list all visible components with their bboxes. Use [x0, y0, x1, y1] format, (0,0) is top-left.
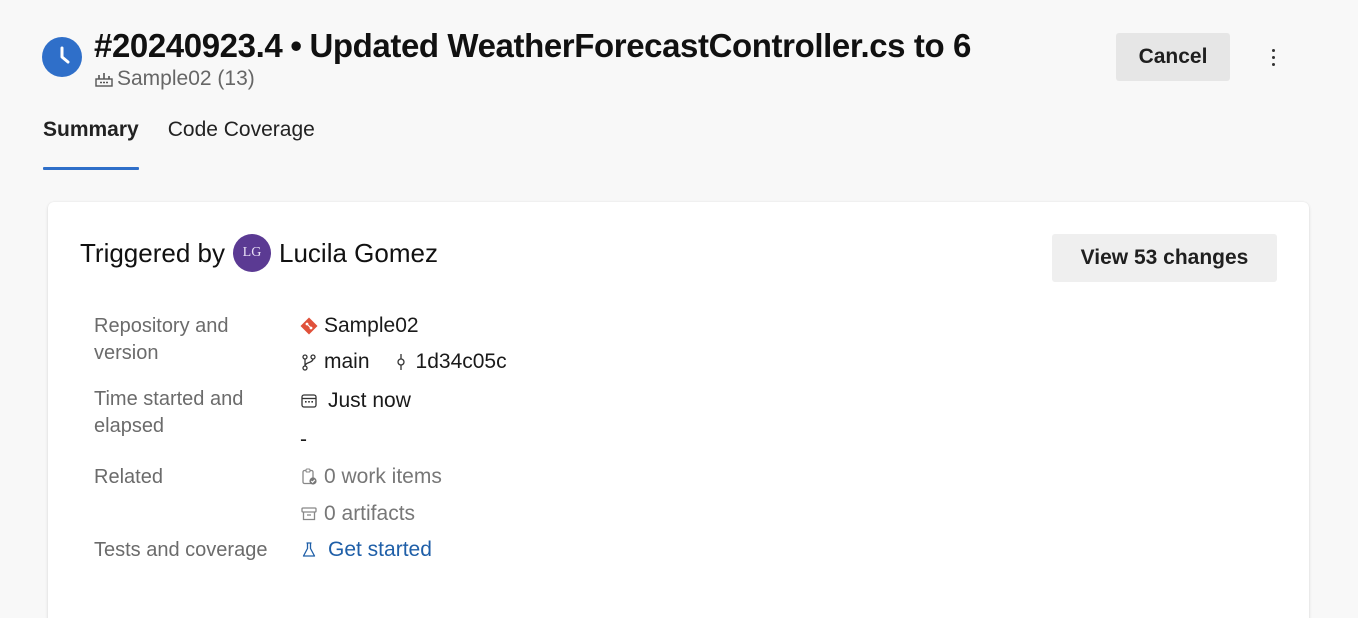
pipeline-link[interactable]: Sample02 (13) [95, 67, 255, 91]
tests-label: Tests and coverage [94, 539, 268, 561]
page-title: #20240923.4 • Updated WeatherForecastContr… [94, 27, 971, 65]
git-icon [300, 317, 318, 335]
avatar[interactable]: LG [233, 234, 271, 272]
commit-icon [392, 353, 410, 371]
more-vertical-icon[interactable] [1258, 40, 1288, 74]
beaker-icon [300, 541, 318, 559]
branch-icon [300, 353, 318, 371]
tab-bar: Summary Code Coverage [43, 118, 315, 170]
tests-row: Get started [300, 538, 432, 562]
pipeline-name: Sample02 (13) [117, 67, 255, 90]
clock-icon [42, 37, 82, 77]
commit-id[interactable]: 1d34c05c [416, 350, 507, 374]
view-changes-button[interactable]: View 53 changes [1052, 234, 1277, 282]
artifacts-count: 0 artifacts [324, 502, 416, 525]
archive-icon [300, 505, 318, 523]
work-items-count: 0 work items [324, 465, 442, 488]
calendar-icon [300, 392, 318, 410]
time-label: Time started and elapsed [94, 388, 244, 437]
cancel-button[interactable]: Cancel [1116, 33, 1230, 81]
time-started: Just now [328, 389, 411, 412]
branch-name[interactable]: main [324, 350, 370, 374]
triggered-by-label: Triggered by [80, 237, 225, 268]
time-elapsed: - [300, 428, 307, 451]
pipeline-run-page: #20240923.4 • Updated WeatherForecastContr… [0, 0, 1358, 618]
repository-label: Repository and version [94, 315, 229, 364]
summary-card: Triggered by LG Lucila Gomez View 53 cha… [48, 202, 1309, 618]
title-separator: • [290, 27, 302, 64]
repository-value[interactable]: Sample02 [300, 314, 419, 338]
artifacts-row[interactable]: 0 artifacts [300, 502, 415, 526]
run-number: #20240923.4 [94, 27, 283, 64]
commit-message: Updated WeatherForecastController.cs to … [309, 27, 971, 64]
repo-name: Sample02 [324, 314, 419, 337]
user-name[interactable]: Lucila Gomez [279, 238, 438, 269]
triggered-by: Triggered by LG Lucila Gomez [80, 234, 438, 272]
work-items-row[interactable]: 0 work items [300, 465, 442, 489]
time-started-row: Just now [300, 389, 411, 413]
tab-code-coverage[interactable]: Code Coverage [168, 118, 315, 164]
related-label: Related [94, 466, 163, 488]
branch-commit-row: main 1d34c05c [300, 350, 507, 374]
pipeline-icon [95, 70, 113, 88]
tab-summary[interactable]: Summary [43, 118, 139, 170]
get-started-link[interactable]: Get started [328, 538, 432, 562]
work-item-icon [300, 468, 318, 486]
